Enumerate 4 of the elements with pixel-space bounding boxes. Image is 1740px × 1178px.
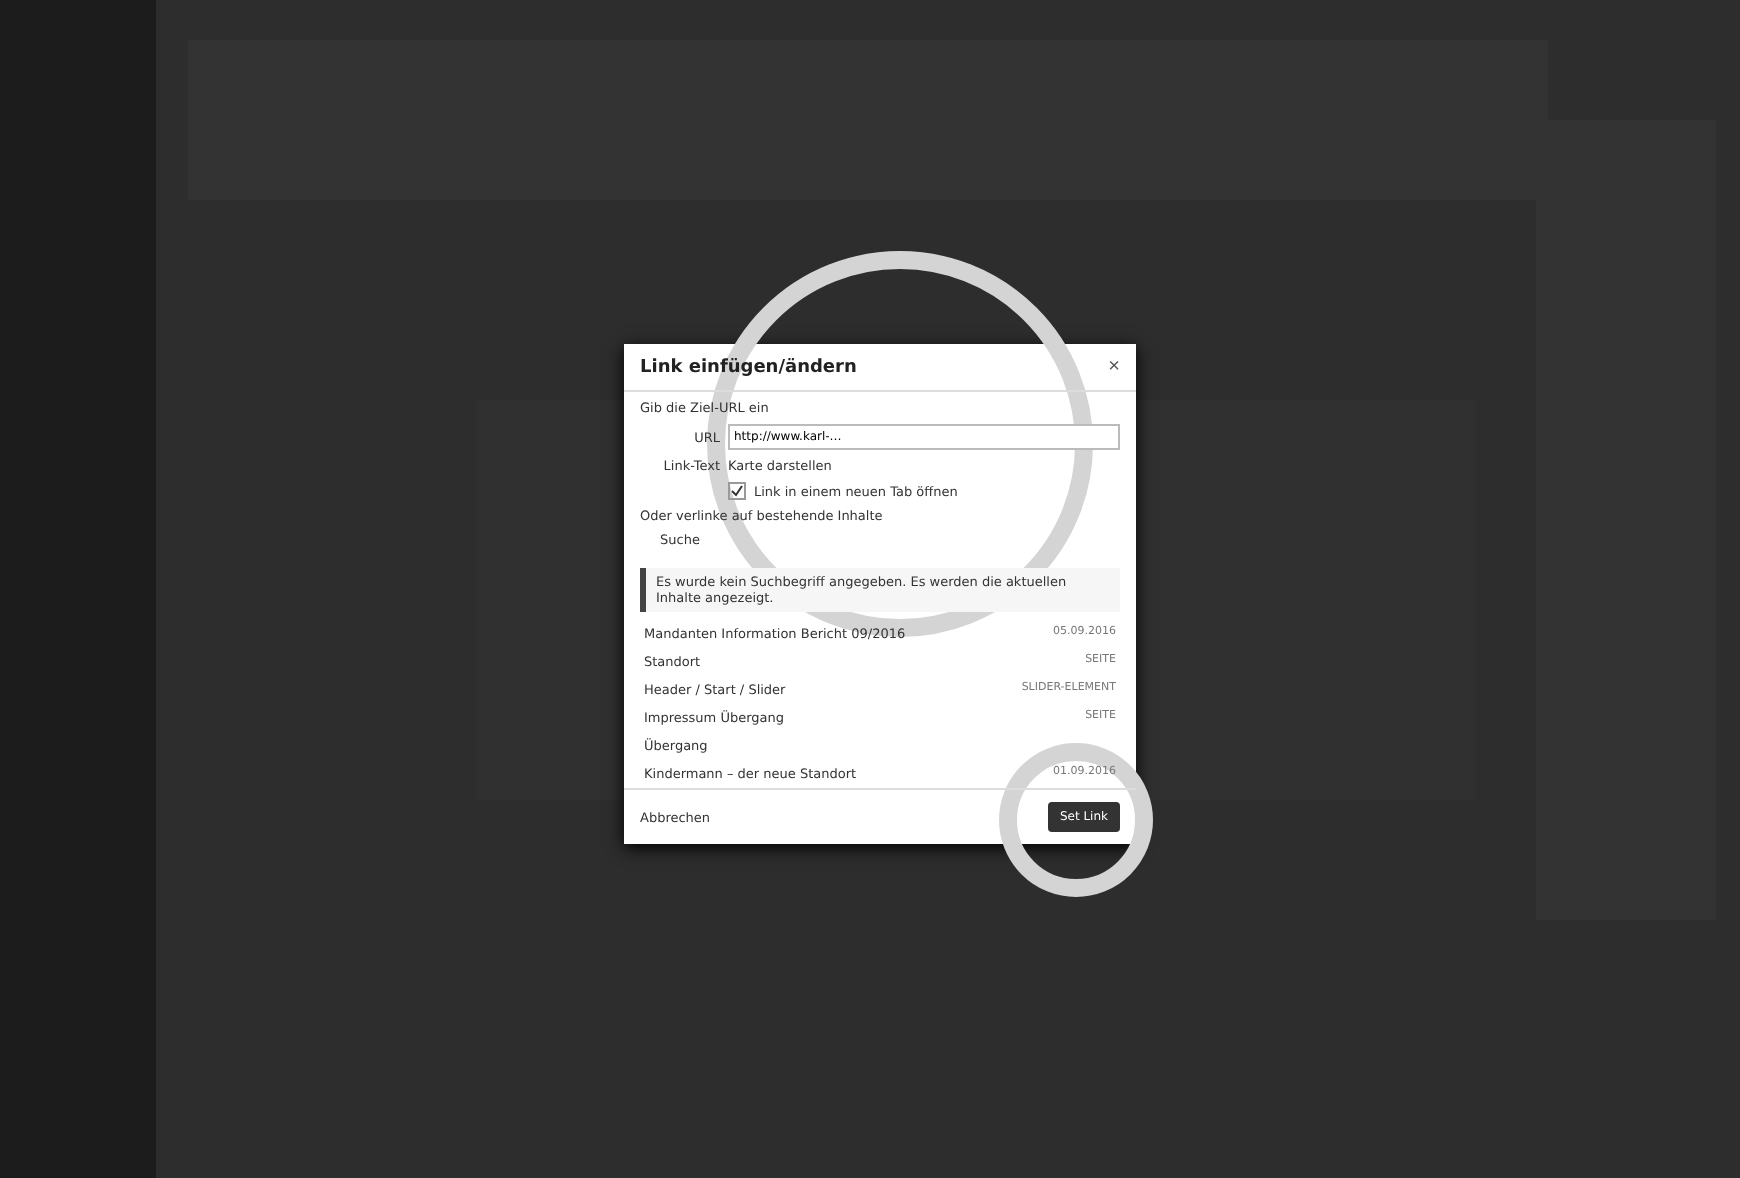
checkmark-icon: [730, 484, 744, 498]
close-button[interactable]: ×: [1108, 356, 1120, 378]
dialog-title: Link einfügen/ändern: [640, 357, 857, 377]
checkbox[interactable]: [728, 482, 746, 500]
